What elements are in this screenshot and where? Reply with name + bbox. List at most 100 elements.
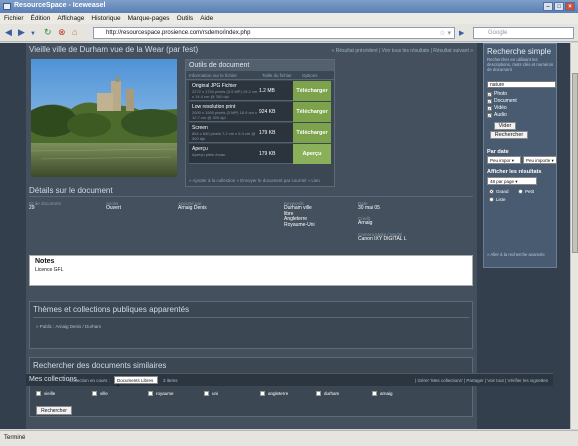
theme-link[interactable]: » Public : Arnaig Denis / Durham [36, 324, 101, 329]
checkbox-label: Document [494, 98, 517, 104]
scrollbar-thumb[interactable] [572, 73, 578, 253]
download-detail: 2000 x 1500 pixels (3 MP) 16.9 cm x 12.7… [192, 110, 257, 120]
maximize-icon[interactable]: □ [554, 2, 564, 11]
select-value: Documents Libres [117, 378, 154, 383]
result-navigation[interactable]: « Résultat précédent | Voir tous les rés… [331, 48, 473, 54]
col-file-size: Taille du fichier [262, 73, 292, 78]
download-button[interactable]: Télécharger [293, 81, 331, 101]
status-bar: Terminé [0, 430, 578, 446]
menu-outils[interactable]: Outils [177, 15, 194, 22]
url-field[interactable]: http://resourcespace.prosience.com/rsdem… [93, 27, 455, 39]
similar-title: Rechercher des documents similaires [33, 361, 167, 370]
year-select[interactable]: Peu impor ▾ [487, 156, 521, 164]
download-button[interactable]: Télécharger [293, 102, 331, 122]
radio-icon [518, 189, 523, 194]
back-icon[interactable]: ◀ [5, 28, 12, 37]
search-input[interactable]: nature [487, 81, 556, 88]
go-icon[interactable]: ▶ [459, 29, 464, 38]
web-search-field[interactable]: Google [473, 27, 574, 39]
field-value: Ouvert [106, 205, 122, 211]
menu-affichage[interactable]: Affichage [57, 15, 84, 22]
radio-label: Liste [496, 197, 506, 202]
details-title: Détails sur le document [29, 186, 113, 195]
similar-search-button[interactable]: Rechercher [36, 406, 72, 415]
advanced-search-link[interactable]: » Aller à la recherche avancée [487, 252, 545, 257]
forward-icon[interactable]: ▶ [18, 28, 25, 37]
reload-icon[interactable]: ↻ [44, 28, 52, 37]
keyword-checkbox[interactable]: durham [316, 391, 339, 396]
preview-button[interactable]: Aperçu [293, 144, 331, 164]
resource-preview-image[interactable] [31, 59, 177, 177]
field-value: Arnaig Denis [178, 205, 207, 211]
field-contributed-by: Apporté par Arnaig Denis [178, 201, 207, 212]
page-scrollbar[interactable] [570, 43, 578, 429]
field-credit: Credit Arnaig [358, 216, 372, 227]
web-search-placeholder: Google [488, 30, 508, 36]
close-icon[interactable]: × [565, 2, 575, 11]
radio-label: Grand [496, 189, 509, 194]
download-detail: 2272 x 1704 pixels (3.9 MP) 19.2 cm x 14… [192, 89, 258, 99]
field-access: Accès Ouvert [106, 201, 121, 212]
select-value: 48 par page [490, 179, 515, 184]
keyword-checkbox[interactable]: uni [204, 391, 218, 396]
notes-box: Notes Licence GFL [29, 255, 473, 286]
tools-action-links[interactable]: » Ajouter à la collection » Envoyer le d… [189, 178, 320, 183]
collection-actions[interactable]: | Gérer 'Mes collections' | Partager | V… [415, 378, 548, 383]
keyword-checkbox[interactable]: ville [92, 391, 108, 396]
download-row-original: Original JPG Fichier 2272 x 1704 pixels … [189, 81, 331, 101]
checkbox-checked-icon: ✓ [487, 98, 492, 104]
field-value: Durham ville libre Angleterre Royaume-Un… [284, 205, 315, 228]
themes-panel: Thèmes et collections publiques apparent… [29, 301, 473, 349]
checkbox-icon [372, 391, 377, 396]
menu-aide[interactable]: Aide [200, 15, 213, 22]
field-resource-id: ID de document 29 [29, 201, 61, 212]
type-checkbox-document[interactable]: ✓ Document [487, 98, 517, 104]
view-radio-small[interactable]: Petit [518, 189, 534, 194]
field-date: Date 30 mai 05 [358, 201, 380, 212]
clear-button[interactable]: Vider [494, 122, 516, 130]
keyword-checkbox[interactable]: angleterre [260, 391, 288, 396]
menu-edition[interactable]: Édition [31, 15, 51, 22]
keyword-checkbox[interactable]: royaume [148, 391, 174, 396]
menu-bar: Fichier Édition Affichage Historique Mar… [0, 13, 578, 24]
checkbox-checked-icon: ✓ [487, 91, 492, 97]
simple-search-sidebar: Recherche simple Rechercher en utilisant… [483, 43, 557, 268]
type-checkbox-photo[interactable]: ✓ Photo [487, 91, 507, 97]
navigation-toolbar: ◀ ▶ ▼ ↻ ⊗ ⌂ http://resourcespace.prosien… [0, 24, 578, 42]
home-icon[interactable]: ⌂ [72, 28, 77, 37]
view-radio-list[interactable]: Liste [489, 197, 506, 202]
display-label: Afficher les résultats [487, 169, 542, 175]
search-button[interactable]: Rechercher [490, 131, 528, 139]
keyword-checkbox[interactable]: vieille [36, 391, 55, 396]
per-page-select[interactable]: 48 par page ▾ [487, 177, 537, 185]
keyword-checkbox[interactable]: arnaig [372, 391, 393, 396]
select-value: Peu impor [490, 158, 511, 163]
keyword-label: ville [100, 391, 108, 396]
menu-marque-pages[interactable]: Marque-pages [128, 15, 170, 22]
download-row-lowres: Low resolution print 2000 x 1500 pixels … [189, 102, 331, 122]
field-value: 29 [29, 205, 35, 211]
status-text: Terminé [4, 435, 26, 441]
minimize-icon[interactable]: – [543, 2, 553, 11]
history-dropdown-icon[interactable]: ▼ [30, 30, 36, 39]
type-checkbox-video[interactable]: ✓ Vidéo [487, 105, 507, 111]
checkbox-label: Audio [494, 112, 507, 118]
keyword-label: arnaig [380, 391, 393, 396]
radio-selected-icon [489, 189, 494, 194]
collection-select[interactable]: Documents Libres ▾ [114, 376, 158, 388]
menu-historique[interactable]: Historique [91, 15, 120, 22]
download-size: 179 KB [259, 151, 276, 157]
checkbox-icon [92, 391, 97, 396]
keyword-label: uni [212, 391, 219, 396]
view-radio-large[interactable]: Grand [489, 189, 509, 194]
resource-tools-panel: Outils de document Information sur le fi… [185, 59, 335, 187]
divider [33, 317, 469, 318]
menu-fichier[interactable]: Fichier [4, 15, 24, 22]
bookmark-star-icon[interactable]: ☆ ▾ [439, 29, 451, 37]
download-button[interactable]: Télécharger [293, 123, 331, 143]
month-select[interactable]: Peu importe ▾ [523, 156, 557, 164]
checkbox-checked-icon: ✓ [487, 105, 492, 111]
checkbox-label: Photo [494, 91, 508, 97]
stop-icon[interactable]: ⊗ [58, 28, 66, 37]
type-checkbox-audio[interactable]: ✓ Audio [487, 112, 507, 118]
